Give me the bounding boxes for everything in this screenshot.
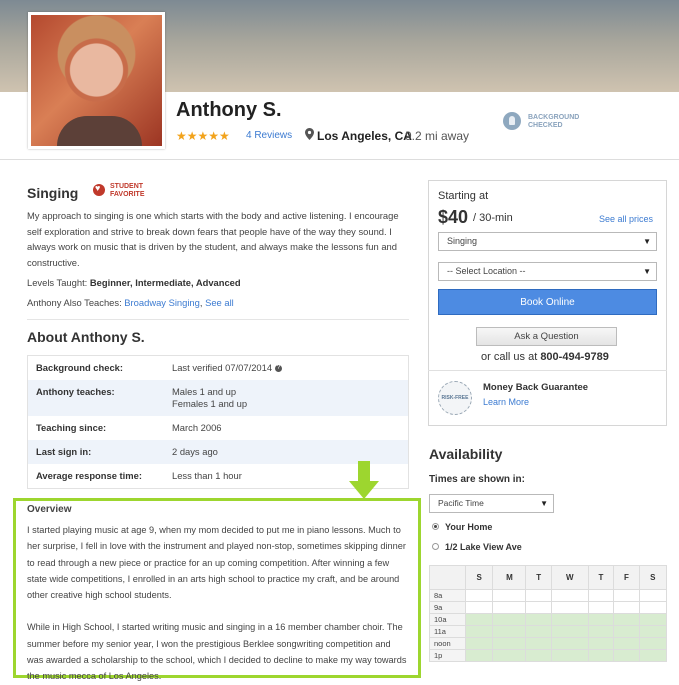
time-label: 8a: [429, 589, 466, 602]
down-arrow-icon: [349, 461, 379, 499]
grid-row: noon: [429, 637, 668, 650]
time-label: 1p: [429, 649, 466, 662]
day-header: S: [464, 565, 494, 590]
day-header: T: [587, 565, 615, 590]
radio-your-home-label: Your Home: [445, 522, 493, 532]
ask-question-button[interactable]: Ask a Question: [476, 327, 617, 346]
student-favorite-label: STUDENT FAVORITE: [110, 183, 145, 198]
about-row-background: Background check: Last verified 07/07/201…: [36, 362, 283, 373]
grid-header-row: S M T W T F S: [429, 565, 668, 590]
price-unit: / 30-min: [473, 212, 513, 224]
overview-title: Overview: [27, 504, 72, 515]
day-header: M: [492, 565, 527, 590]
help-icon[interactable]: ?: [275, 365, 283, 373]
overview-text: I started playing music at age 9, when m…: [27, 525, 407, 682]
radio-your-home[interactable]: [432, 523, 439, 530]
grid-row: 1p: [429, 649, 668, 662]
dropdown-arrow-icon: ▼: [643, 267, 651, 276]
dropdown-arrow-icon: ▼: [643, 237, 651, 246]
see-all-prices-link[interactable]: See all prices: [599, 214, 653, 224]
tutor-location: Los Angeles, CA: [317, 129, 412, 143]
background-check-icon: [503, 112, 521, 130]
see-all-subjects-link[interactable]: See all: [205, 297, 234, 308]
starting-at-label: Starting at: [438, 190, 489, 202]
tutor-name: Anthony S.: [176, 99, 282, 121]
price: $40: [438, 207, 469, 227]
availability-title: Availability: [429, 446, 503, 462]
phone-number[interactable]: 800-494-9789: [540, 351, 609, 363]
subject-title: Singing: [27, 185, 79, 201]
location-pin-icon: [305, 128, 314, 140]
time-label: 11a: [429, 625, 466, 638]
reviews-link[interactable]: 4 Reviews: [246, 130, 292, 141]
booking-divider: [428, 370, 667, 371]
about-row-teaching-since: Teaching since: March 2006: [36, 422, 222, 433]
grid-row: 9a: [429, 601, 668, 614]
call-us: or call us at 800-494-9789: [481, 351, 609, 363]
day-header: W: [550, 565, 589, 590]
broadway-singing-link[interactable]: Broadway Singing: [124, 297, 200, 308]
grid-row: 8a: [429, 589, 668, 602]
background-checked-label: BACKGROUND CHECKED: [528, 114, 580, 129]
rating-stars-icon: ★★★★★: [176, 129, 230, 143]
learn-more-link[interactable]: Learn More: [483, 397, 529, 407]
money-back-title: Money Back Guarantee: [483, 382, 589, 393]
subject-select[interactable]: Singing ▼: [438, 232, 657, 251]
profile-photo: [28, 12, 165, 149]
time-label: noon: [429, 637, 466, 650]
time-label: 9a: [429, 601, 466, 614]
about-title: About Anthony S.: [27, 329, 145, 345]
location-select[interactable]: -- Select Location -- ▼: [438, 262, 657, 281]
section-divider: [27, 319, 409, 320]
tutor-distance: 9.2 mi away: [405, 129, 470, 143]
radio-lake-view-label: 1/2 Lake View Ave: [445, 542, 522, 552]
levels-taught: Levels Taught: Beginner, Intermediate, A…: [27, 277, 241, 288]
grid-row: 10a: [429, 613, 668, 626]
dropdown-arrow-icon: ▼: [540, 499, 548, 508]
grid-row: 11a: [429, 625, 668, 638]
times-shown-label: Times are shown in:: [429, 474, 525, 485]
timezone-select[interactable]: Pacific Time ▼: [429, 494, 554, 513]
book-online-button[interactable]: Book Online: [438, 289, 657, 315]
risk-free-badge-icon: RISK-FREE: [438, 381, 472, 415]
time-label: 10a: [429, 613, 466, 626]
subject-description: My approach to singing is one which star…: [27, 210, 399, 268]
availability-grid: S M T W T F S 8a 9a 10a 11a noon 1p: [429, 565, 668, 662]
also-teaches: Anthony Also Teaches: Broadway Singing, …: [27, 297, 234, 308]
day-header: T: [525, 565, 552, 590]
radio-lake-view[interactable]: [432, 543, 439, 550]
day-header: S: [638, 565, 668, 590]
student-favorite-icon: [93, 183, 105, 196]
day-header: F: [613, 565, 640, 590]
about-row-teaches: Anthony teaches: Males 1 and up Females 1 …: [28, 380, 408, 416]
